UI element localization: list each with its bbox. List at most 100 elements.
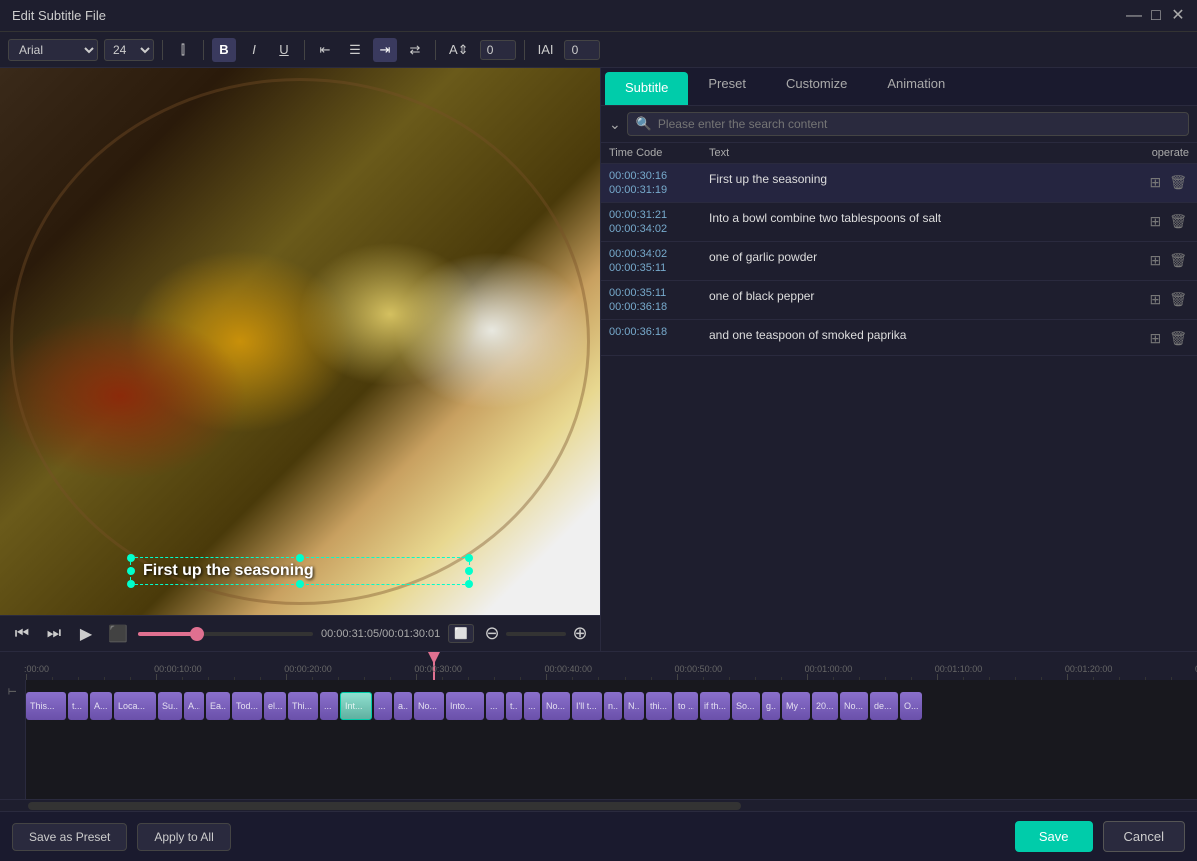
- close-button[interactable]: ✕: [1171, 9, 1185, 23]
- step-back-button[interactable]: ⏭: [42, 625, 66, 643]
- subtitle-selection-box[interactable]: First up the seasoning: [130, 557, 470, 585]
- tab-customize[interactable]: Customize: [766, 68, 867, 105]
- timeline-clip[interactable]: Su...: [158, 692, 182, 720]
- tab-preset[interactable]: Preset: [688, 68, 766, 105]
- timeline-clip[interactable]: O...: [900, 692, 922, 720]
- underline-button[interactable]: U: [272, 38, 296, 62]
- restore-button[interactable]: □: [1149, 9, 1163, 23]
- timeline-clip[interactable]: ...: [524, 692, 540, 720]
- align-left-button[interactable]: ⇤: [313, 38, 337, 62]
- timeline-clip[interactable]: if th...: [700, 692, 730, 720]
- timeline-clip[interactable]: Ea...: [206, 692, 230, 720]
- timeline-clip[interactable]: a...: [394, 692, 412, 720]
- handle-mid-right[interactable]: [465, 567, 473, 575]
- font-family-select[interactable]: Arial: [8, 39, 98, 61]
- handle-mid-left[interactable]: [127, 567, 135, 575]
- timeline-clip[interactable]: ...: [374, 692, 392, 720]
- timeline-clip[interactable]: No...: [542, 692, 570, 720]
- timeline-clip[interactable]: thi...: [646, 692, 672, 720]
- subtitle-split-button[interactable]: ⊞: [1147, 211, 1163, 232]
- line-height-input[interactable]: [564, 40, 600, 60]
- subtitle-delete-button[interactable]: 🗑: [1167, 289, 1189, 310]
- subtitle-split-button[interactable]: ⊞: [1147, 250, 1163, 271]
- timeline-clip[interactable]: t...: [68, 692, 88, 720]
- handle-top-left[interactable]: [127, 554, 135, 562]
- subtitle-item[interactable]: 00:00:35:11 00:00:36:18 one of black pep…: [601, 281, 1197, 320]
- timeline-clip[interactable]: A...: [184, 692, 204, 720]
- timeline-clip[interactable]: So...: [732, 692, 760, 720]
- subtitle-split-button[interactable]: ⊞: [1147, 289, 1163, 310]
- handle-bottom-left[interactable]: [127, 580, 135, 588]
- tab-subtitle[interactable]: Subtitle: [605, 72, 688, 105]
- ruler-mark: 00:00:40:00: [546, 664, 594, 680]
- save-button[interactable]: Save: [1015, 821, 1093, 852]
- cancel-button[interactable]: Cancel: [1103, 821, 1185, 852]
- zoom-slider[interactable]: [506, 632, 566, 636]
- bold-button[interactable]: B: [212, 38, 236, 62]
- subtitle-delete-button[interactable]: 🗑: [1167, 250, 1189, 271]
- timeline-clip[interactable]: de...: [870, 692, 898, 720]
- zoom-in-button[interactable]: ⊕: [570, 624, 590, 644]
- timeline-clip[interactable]: I'll t...: [572, 692, 602, 720]
- subtitle-split-button[interactable]: ⊞: [1147, 172, 1163, 193]
- subtitle-split-button[interactable]: ⊞: [1147, 328, 1163, 349]
- timeline-clip[interactable]: N...: [624, 692, 644, 720]
- timeline-clip[interactable]: 20...: [812, 692, 838, 720]
- minimize-button[interactable]: —: [1127, 9, 1141, 23]
- align-right-button[interactable]: ⇥: [373, 38, 397, 62]
- italic-button[interactable]: I: [242, 38, 266, 62]
- timeline-clip[interactable]: el...: [264, 692, 286, 720]
- separator-3: [304, 40, 305, 60]
- timeline-clip[interactable]: My ...: [782, 692, 810, 720]
- timeline-clip[interactable]: to ...: [674, 692, 698, 720]
- scrollbar-thumb[interactable]: [28, 802, 741, 810]
- handle-top-right[interactable]: [465, 554, 473, 562]
- loop-button[interactable]: ⬛: [106, 624, 130, 644]
- timeline-clip[interactable]: g...: [762, 692, 780, 720]
- subtitle-item[interactable]: 00:00:34:02 00:00:35:11 one of garlic po…: [601, 242, 1197, 281]
- video-background: [0, 68, 600, 615]
- save-preset-button[interactable]: Save as Preset: [12, 823, 127, 851]
- column-format-button[interactable]: ⫿: [171, 38, 195, 62]
- subtitle-item[interactable]: 00:00:31:21 00:00:34:02 Into a bowl comb…: [601, 203, 1197, 242]
- align-justify-button[interactable]: ⇄: [403, 38, 427, 62]
- subtitle-list[interactable]: 00:00:30:16 00:00:31:19 First up the sea…: [601, 164, 1197, 651]
- subtitle-item[interactable]: 00:00:36:18 and one teaspoon of smoked p…: [601, 320, 1197, 356]
- timeline-clip[interactable]: t...: [506, 692, 522, 720]
- timeline-clip[interactable]: ...: [320, 692, 338, 720]
- handle-bottom-mid[interactable]: [296, 580, 304, 588]
- subtitle-delete-button[interactable]: 🗑: [1167, 328, 1189, 349]
- timeline-clip[interactable]: Int...: [340, 692, 372, 720]
- timeline-scrollbar[interactable]: [0, 799, 1197, 811]
- timeline-clip[interactable]: Into...: [446, 692, 484, 720]
- timeline-clip[interactable]: No...: [414, 692, 444, 720]
- rewind-button[interactable]: ⏮: [10, 625, 34, 643]
- subtitle-delete-button[interactable]: 🗑: [1167, 211, 1189, 232]
- play-button[interactable]: ▶: [74, 624, 98, 644]
- timeline-clip[interactable]: No...: [840, 692, 868, 720]
- timeline-clip[interactable]: Tod...: [232, 692, 262, 720]
- handle-top-mid[interactable]: [296, 554, 304, 562]
- handle-bottom-right[interactable]: [465, 580, 473, 588]
- letter-spacing-input[interactable]: [480, 40, 516, 60]
- timeline-clip[interactable]: Loca...: [114, 692, 156, 720]
- text-width-button[interactable]: IAI: [533, 38, 559, 62]
- subtitle-times: 00:00:35:11 00:00:36:18: [609, 287, 709, 313]
- timeline-clip[interactable]: Thi...: [288, 692, 318, 720]
- timeline-clip[interactable]: n...: [604, 692, 622, 720]
- subtitle-item[interactable]: 00:00:30:16 00:00:31:19 First up the sea…: [601, 164, 1197, 203]
- search-input[interactable]: [658, 117, 1180, 131]
- align-center-button[interactable]: ☰: [343, 38, 367, 62]
- expand-button[interactable]: ⌄: [609, 116, 621, 133]
- timeline-clip[interactable]: This...: [26, 692, 66, 720]
- tab-animation[interactable]: Animation: [867, 68, 965, 105]
- progress-bar[interactable]: [138, 632, 313, 636]
- zoom-out-button[interactable]: ⊖: [482, 624, 502, 644]
- font-size-select[interactable]: 24 12 14 18 36: [104, 39, 154, 61]
- subtitle-delete-button[interactable]: 🗑: [1167, 172, 1189, 193]
- timeline-clip[interactable]: ...: [486, 692, 504, 720]
- apply-all-button[interactable]: Apply to All: [137, 823, 230, 851]
- aspect-ratio-button[interactable]: ⬜: [448, 624, 474, 643]
- text-case-button[interactable]: A⇕: [444, 38, 474, 62]
- timeline-clip[interactable]: A...: [90, 692, 112, 720]
